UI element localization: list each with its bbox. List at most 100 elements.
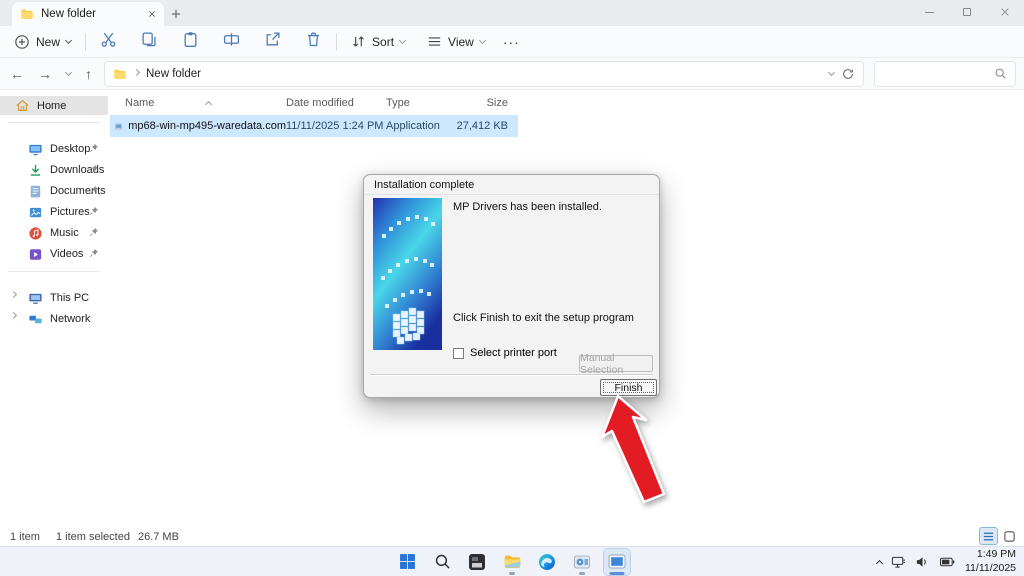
delete-button[interactable]: [305, 31, 322, 53]
taskbar-clock[interactable]: 1:49 PM 11/11/2025: [965, 548, 1016, 575]
column-header-type[interactable]: Type: [386, 97, 452, 109]
sidebar-item-pictures[interactable]: Pictures: [2, 202, 106, 222]
sort-ascending-icon: [205, 101, 212, 108]
desktop-screen: New folder New Sort: [0, 0, 1024, 576]
battery-icon[interactable]: [939, 555, 956, 569]
column-header-name[interactable]: Name: [110, 97, 286, 109]
taskbar-installer[interactable]: [569, 549, 595, 575]
taskbar: 1:49 PM 11/11/2025: [0, 546, 1024, 576]
installer-icon: [573, 553, 591, 571]
tab-title: New folder: [41, 8, 141, 20]
minimize-button[interactable]: [910, 0, 948, 24]
chevron-down-icon: [399, 36, 406, 43]
cut-icon: [100, 31, 117, 48]
recent-locations-chevron[interactable]: [65, 68, 72, 75]
pin-icon: [89, 206, 99, 216]
paste-button[interactable]: [182, 31, 199, 53]
taskbar-active-window[interactable]: [604, 549, 630, 575]
navigation-pane: Home Desktop Downloads Documents Picture…: [0, 92, 108, 528]
selection-size: 26.7 MB: [138, 531, 179, 543]
column-header-date[interactable]: Date modified: [286, 97, 386, 109]
sidebar-item-downloads[interactable]: Downloads: [2, 160, 106, 180]
explorer-titlebar: New folder: [0, 0, 1024, 26]
sidebar-item-label: Music: [50, 227, 79, 239]
search-input[interactable]: [874, 61, 1016, 87]
taskbar-file-explorer[interactable]: [499, 549, 525, 575]
file-list: Name Date modified Type Size mp68-win-mp…: [110, 94, 518, 137]
tab-close-icon[interactable]: [148, 10, 156, 18]
view-button[interactable]: View: [427, 34, 485, 49]
details-view-button[interactable]: [980, 528, 997, 544]
sidebar-item-documents[interactable]: Documents: [2, 181, 106, 201]
red-pointer-arrow: [600, 394, 672, 506]
home-icon: [15, 98, 30, 113]
sidebar-item-home[interactable]: Home: [0, 96, 108, 115]
copy-icon: [141, 31, 158, 48]
view-icon: [427, 34, 442, 49]
active-window-icon: [608, 553, 626, 571]
taskbar-search-button[interactable]: [429, 549, 455, 575]
sidebar-item-network[interactable]: Network: [2, 309, 106, 329]
pin-icon: [89, 248, 99, 258]
tray-overflow-chevron[interactable]: [876, 559, 883, 566]
close-icon: [1000, 7, 1010, 17]
breadcrumb-path[interactable]: New folder: [146, 68, 822, 80]
running-indicator: [579, 572, 585, 575]
new-button-label: New: [36, 35, 60, 49]
cut-button[interactable]: [100, 31, 117, 53]
sort-button[interactable]: Sort: [351, 34, 405, 49]
address-bar[interactable]: New folder: [104, 61, 864, 87]
column-header-size[interactable]: Size: [452, 97, 514, 109]
chevron-down-icon: [65, 36, 72, 43]
start-button[interactable]: [394, 549, 420, 575]
manual-selection-button: Manual Selection: [579, 355, 653, 372]
status-bar: 1 item 1 item selected 26.7 MB: [0, 528, 1024, 546]
address-dropdown-chevron[interactable]: [828, 68, 835, 75]
view-button-label: View: [448, 35, 474, 49]
up-button[interactable]: ↑: [85, 66, 92, 82]
network-tray-icon[interactable]: [891, 555, 906, 569]
file-row[interactable]: mp68-win-mp495-waredata.com 11/11/2025 1…: [110, 115, 518, 137]
rename-icon: [223, 31, 240, 48]
sidebar-item-label: This PC: [50, 292, 89, 304]
expand-chevron-icon[interactable]: [10, 291, 17, 298]
pin-icon: [89, 164, 99, 174]
refresh-icon[interactable]: [841, 67, 855, 81]
sidebar-item-music[interactable]: Music: [2, 223, 106, 243]
volume-icon[interactable]: [915, 555, 930, 569]
taskbar-app-dark[interactable]: [464, 549, 490, 575]
sidebar-item-videos[interactable]: Videos: [2, 244, 106, 264]
maximize-icon: [963, 8, 971, 16]
trash-icon: [305, 31, 322, 48]
taskbar-edge[interactable]: [534, 549, 560, 575]
see-more-button[interactable]: ···: [503, 34, 520, 50]
explorer-tab[interactable]: New folder: [12, 2, 164, 26]
new-button[interactable]: New: [14, 34, 71, 50]
window-controls: [910, 0, 1024, 24]
back-button[interactable]: ←: [10, 66, 24, 82]
thumbnails-view-button[interactable]: [1001, 528, 1018, 544]
select-printer-port-checkbox[interactable]: [453, 348, 464, 359]
file-explorer-icon: [503, 552, 522, 571]
new-tab-button[interactable]: [164, 2, 188, 26]
maximize-button[interactable]: [948, 0, 986, 24]
minimize-icon: [925, 12, 934, 13]
expand-chevron-icon[interactable]: [10, 312, 17, 319]
share-button[interactable]: [264, 31, 281, 53]
file-size: 27,412 KB: [452, 120, 514, 132]
close-button[interactable]: [986, 0, 1024, 24]
videos-icon: [28, 247, 43, 262]
forward-button[interactable]: →: [38, 66, 52, 82]
application-file-icon: [115, 120, 122, 133]
copy-button[interactable]: [141, 31, 158, 53]
sidebar-item-this-pc[interactable]: This PC: [2, 288, 106, 308]
sidebar-item-desktop[interactable]: Desktop: [2, 139, 106, 159]
music-icon: [28, 226, 43, 241]
address-row: ← → ↑ New folder: [0, 58, 1024, 90]
system-tray: 1:49 PM 11/11/2025: [877, 547, 1016, 576]
details-view-icon: [982, 530, 995, 543]
rename-button[interactable]: [223, 31, 240, 53]
toolbar-separator: [336, 33, 337, 51]
folder-icon: [20, 7, 34, 21]
thumbnails-view-icon: [1003, 530, 1016, 543]
